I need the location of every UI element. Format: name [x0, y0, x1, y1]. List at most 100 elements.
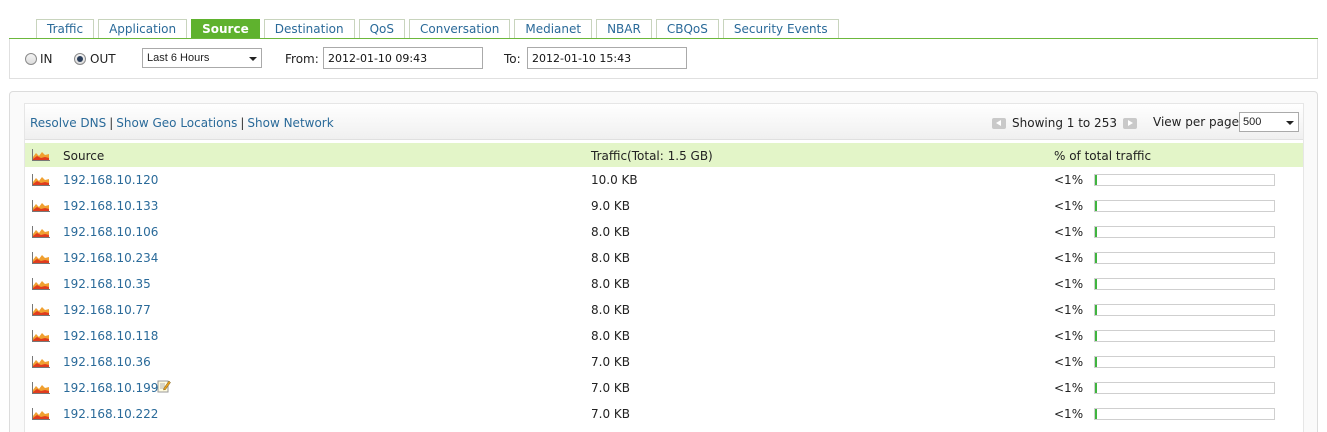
- view-per-page-label: View per page: [1153, 115, 1240, 129]
- pct-value: <1%: [1054, 199, 1084, 213]
- chevron-down-icon: [249, 57, 257, 61]
- next-page-icon[interactable]: [1122, 117, 1137, 129]
- table-row: 192.168.10.199 7.0 KB <1%: [25, 375, 1303, 401]
- tab-qos[interactable]: QoS: [358, 19, 405, 39]
- table-row: 192.168.10.106 8.0 KB <1%: [25, 219, 1303, 245]
- source-column-header[interactable]: Source: [63, 149, 104, 163]
- traffic-share-bar-fill: [1095, 383, 1097, 393]
- source-ip-link[interactable]: 192.168.10.118: [63, 329, 158, 343]
- pct-value: <1%: [1054, 329, 1084, 343]
- area-graph-icon[interactable]: [32, 278, 50, 290]
- period-value: Last 6 Hours: [147, 52, 210, 64]
- show-network-link[interactable]: Show Network: [247, 116, 333, 130]
- traffic-share-bar: [1094, 356, 1275, 368]
- period-select[interactable]: Last 6 Hours: [142, 48, 262, 68]
- pct-value: <1%: [1054, 355, 1084, 369]
- area-graph-icon[interactable]: [32, 149, 50, 161]
- area-graph-icon[interactable]: [32, 304, 50, 316]
- pct-value: <1%: [1054, 407, 1084, 421]
- resolve-dns-link[interactable]: Resolve DNS: [30, 116, 106, 130]
- pct-value: <1%: [1054, 225, 1084, 239]
- out-label: OUT: [90, 52, 116, 66]
- to-label: To:: [504, 52, 521, 66]
- tab-bar: Traffic Application Source Destination QoS Co…: [0, 0, 1327, 40]
- traffic-share-bar: [1094, 226, 1275, 238]
- traffic-share-bar-fill: [1095, 279, 1097, 289]
- table-row: 192.168.10.120 10.0 KB <1%: [25, 167, 1303, 193]
- view-per-page-select[interactable]: 500: [1239, 112, 1299, 132]
- traffic-value: 7.0 KB: [591, 407, 630, 421]
- chevron-down-icon: [1286, 121, 1294, 125]
- tab-application[interactable]: Application: [98, 19, 188, 39]
- results-grid: Resolve DNS | Show Geo Locations | Show Netw…: [24, 103, 1304, 432]
- source-ip-link[interactable]: 192.168.10.77: [63, 303, 151, 317]
- to-date-input[interactable]: [527, 47, 687, 69]
- traffic-value: 8.0 KB: [591, 251, 630, 265]
- tabs: Traffic Application Source Destination QoS Co…: [36, 19, 839, 39]
- tab-destination[interactable]: Destination: [263, 19, 355, 39]
- traffic-value: 8.0 KB: [591, 277, 630, 291]
- tab-conversation[interactable]: Conversation: [409, 19, 511, 39]
- traffic-share-bar: [1094, 174, 1275, 186]
- tab-nbar[interactable]: NBAR: [596, 19, 652, 39]
- tab-traffic[interactable]: Traffic: [36, 19, 95, 39]
- traffic-share-bar: [1094, 304, 1275, 316]
- showing-count: Showing 1 to 253: [1012, 116, 1117, 130]
- area-graph-icon[interactable]: [32, 330, 50, 342]
- area-graph-icon[interactable]: [32, 226, 50, 238]
- traffic-share-bar: [1094, 408, 1275, 420]
- area-graph-icon[interactable]: [32, 408, 50, 420]
- table-row: 192.168.10.133 9.0 KB <1%: [25, 193, 1303, 219]
- area-graph-icon[interactable]: [32, 200, 50, 212]
- traffic-value: 8.0 KB: [591, 329, 630, 343]
- traffic-value: 8.0 KB: [591, 225, 630, 239]
- source-ip-link[interactable]: 192.168.10.35: [63, 277, 151, 291]
- source-ip-link[interactable]: 192.168.10.222: [63, 407, 158, 421]
- filter-controls: IN OUT Last 6 Hours From: To:: [9, 39, 1318, 79]
- view-per-page-value: 500: [1243, 116, 1262, 128]
- prev-page-icon[interactable]: [992, 117, 1006, 129]
- pct-value: <1%: [1054, 303, 1084, 317]
- source-ip-link[interactable]: 192.168.10.199: [63, 381, 158, 395]
- tab-medianet[interactable]: Medianet: [514, 19, 593, 39]
- traffic-value: 10.0 KB: [591, 173, 638, 187]
- source-ip-link[interactable]: 192.168.10.133: [63, 199, 158, 213]
- traffic-share-bar-fill: [1095, 409, 1097, 419]
- area-graph-icon[interactable]: [32, 252, 50, 264]
- table-row: 192.168.10.222 7.0 KB <1%: [25, 401, 1303, 427]
- traffic-share-bar-fill: [1095, 175, 1097, 185]
- traffic-share-bar-fill: [1095, 253, 1097, 263]
- separator: |: [240, 116, 245, 130]
- pct-value: <1%: [1054, 277, 1084, 291]
- source-ip-link[interactable]: 192.168.10.36: [63, 355, 151, 369]
- note-edit-icon[interactable]: [157, 379, 171, 393]
- traffic-value: 7.0 KB: [591, 355, 630, 369]
- traffic-share-bar: [1094, 330, 1275, 342]
- area-graph-icon[interactable]: [32, 174, 50, 186]
- source-ip-link[interactable]: 192.168.10.106: [63, 225, 158, 239]
- traffic-value: 9.0 KB: [591, 199, 630, 213]
- traffic-share-bar-fill: [1095, 357, 1097, 367]
- pager: Showing 1 to 253: [992, 116, 1137, 130]
- show-geo-locations-link[interactable]: Show Geo Locations: [116, 116, 237, 130]
- traffic-column-header[interactable]: Traffic(Total: 1.5 GB): [591, 149, 713, 163]
- source-ip-link[interactable]: 192.168.10.234: [63, 251, 158, 265]
- area-graph-icon[interactable]: [32, 382, 50, 394]
- area-graph-icon[interactable]: [32, 356, 50, 368]
- in-radio[interactable]: [25, 53, 37, 65]
- table-header: Source Traffic(Total: 1.5 GB) % of total…: [25, 143, 1303, 167]
- grid-toolbar: Resolve DNS | Show Geo Locations | Show Netw…: [25, 104, 1303, 140]
- pct-value: <1%: [1054, 251, 1084, 265]
- traffic-share-bar-fill: [1095, 201, 1097, 211]
- tab-security-events[interactable]: Security Events: [722, 19, 839, 39]
- traffic-value: 8.0 KB: [591, 303, 630, 317]
- pct-column-header[interactable]: % of total traffic: [1054, 149, 1151, 163]
- out-radio[interactable]: [74, 53, 86, 65]
- tab-cbqos[interactable]: CBQoS: [655, 19, 719, 39]
- source-ip-link[interactable]: 192.168.10.120: [63, 173, 158, 187]
- from-date-input[interactable]: [323, 47, 483, 69]
- pct-value: <1%: [1054, 381, 1084, 395]
- table-row: 192.168.10.234 8.0 KB <1%: [25, 245, 1303, 271]
- in-label: IN: [40, 52, 53, 66]
- tab-source[interactable]: Source: [191, 19, 260, 39]
